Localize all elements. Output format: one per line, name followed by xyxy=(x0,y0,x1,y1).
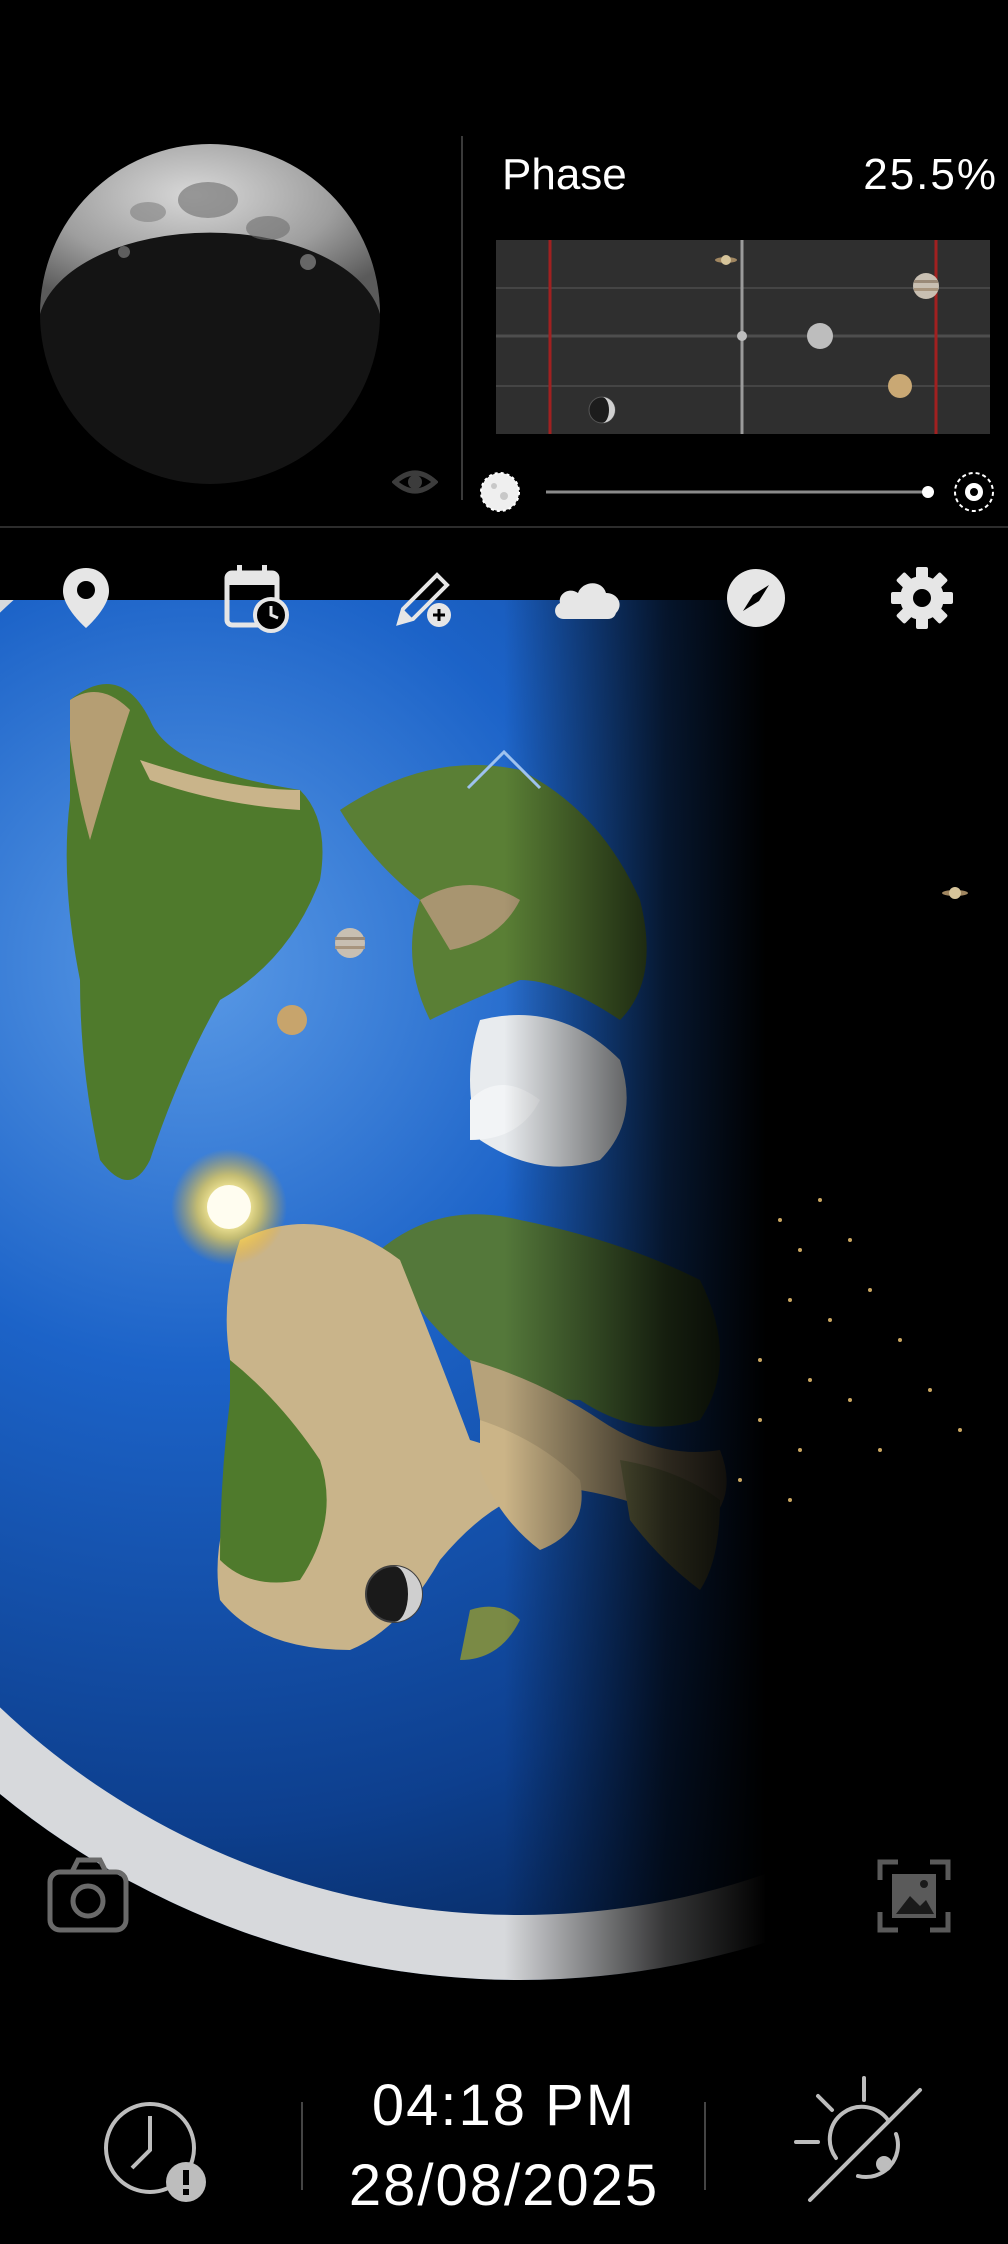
sun-off-icon[interactable] xyxy=(792,2072,932,2212)
section-divider xyxy=(0,526,1008,528)
gallery-icon[interactable] xyxy=(876,1858,952,1934)
clock-alert-icon[interactable] xyxy=(100,2098,210,2208)
separator xyxy=(301,2102,303,2190)
date-display[interactable]: 28/08/2025 xyxy=(310,2152,698,2219)
cloud-icon[interactable] xyxy=(550,560,626,636)
flat-earth-map[interactable] xyxy=(0,340,1008,2000)
jupiter-icon xyxy=(913,273,939,299)
phase-value: 25.5% xyxy=(863,150,998,199)
center-marker xyxy=(737,331,747,341)
planet-position-strip[interactable] xyxy=(496,240,990,434)
camera-icon[interactable] xyxy=(46,1856,132,1936)
moon-marker xyxy=(365,1565,423,1623)
full-moon-icon[interactable] xyxy=(480,472,520,512)
time-slider[interactable] xyxy=(480,468,1000,516)
moon-phase-image xyxy=(38,142,382,486)
eye-icon[interactable] xyxy=(391,462,439,502)
pencil-add-icon[interactable] xyxy=(386,560,462,636)
sun-icon xyxy=(171,1149,287,1265)
phase-label: Phase xyxy=(502,150,627,199)
venus-icon xyxy=(888,374,912,398)
moon-icon xyxy=(588,396,616,424)
venus-marker xyxy=(277,1005,307,1035)
gear-icon[interactable] xyxy=(884,560,960,636)
target-icon[interactable] xyxy=(954,472,994,512)
calendar-clock-icon[interactable] xyxy=(218,560,294,636)
jupiter-marker xyxy=(335,928,365,958)
separator xyxy=(704,2102,706,2190)
slider-thumb[interactable] xyxy=(922,486,934,498)
location-pin-icon[interactable] xyxy=(48,560,124,636)
time-display[interactable]: 04:18 PM xyxy=(310,2072,698,2139)
compass-icon[interactable] xyxy=(718,560,794,636)
mercury-icon xyxy=(807,323,833,349)
panel-divider xyxy=(461,136,463,500)
